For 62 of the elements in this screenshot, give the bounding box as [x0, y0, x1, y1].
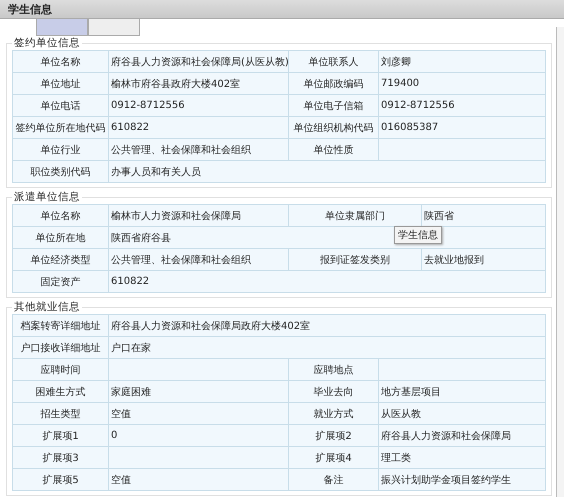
field-value: 榆林市人力资源和社会保障局 — [108, 204, 288, 226]
field-value: 去就业地报到 — [422, 248, 546, 270]
field-value: 府谷县人力资源和社会保障局政府大楼402室 — [108, 314, 546, 336]
field-value: 榆林市府谷县政府大楼402室 — [108, 72, 288, 94]
field-label: 单位行业 — [12, 138, 108, 160]
field-value: 0912-8712556 — [108, 94, 288, 116]
tooltip: 学生信息 — [394, 226, 442, 244]
field-value: 振兴计划助学金项目签约学生 — [378, 468, 546, 490]
field-label: 扩展项1 — [12, 424, 108, 446]
field-label: 固定资产 — [12, 270, 108, 292]
field-value: 从医从教 — [378, 402, 546, 424]
header-title: 学生信息 — [8, 2, 52, 16]
field-label: 户口接收详细地址 — [12, 336, 108, 358]
field-label: 签约单位所在地代码 — [12, 116, 108, 138]
tab[interactable] — [88, 19, 140, 36]
field-label: 单位联系人 — [288, 50, 378, 72]
field-label: 单位地址 — [12, 72, 108, 94]
field-label: 应聘时间 — [12, 358, 108, 380]
field-value: 空值 — [108, 402, 288, 424]
field-value: 016085387 — [378, 116, 546, 138]
field-value: 户口在家 — [108, 336, 546, 358]
field-value: 719400 — [378, 72, 546, 94]
field-label: 招生类型 — [12, 402, 108, 424]
field-label: 单位电话 — [12, 94, 108, 116]
field-label: 单位性质 — [288, 138, 378, 160]
field-label: 扩展项5 — [12, 468, 108, 490]
field-value: 0 — [108, 424, 288, 446]
field-label: 单位邮政编码 — [288, 72, 378, 94]
field-value: 610822 — [108, 270, 546, 292]
field-label: 单位电子信箱 — [288, 94, 378, 116]
field-label: 扩展项4 — [288, 446, 378, 468]
section-legend: 签约单位信息 — [12, 36, 82, 50]
field-label: 备注 — [288, 468, 378, 490]
field-label: 就业方式 — [288, 402, 378, 424]
field-label: 单位名称 — [12, 50, 108, 72]
field-value: 公共管理、社会保障和社会组织 — [108, 248, 288, 270]
field-value: 刘彦卿 — [378, 50, 546, 72]
field-label: 档案转寄详细地址 — [12, 314, 108, 336]
field-label: 困难生方式 — [12, 380, 108, 402]
field-label: 扩展项2 — [288, 424, 378, 446]
field-value: 公共管理、社会保障和社会组织 — [108, 138, 288, 160]
field-value: 610822 — [108, 116, 288, 138]
field-label: 毕业去向 — [288, 380, 378, 402]
field-label: 单位名称 — [12, 204, 108, 226]
field-value: 办事人员和有关人员 — [108, 160, 546, 182]
section-legend: 派遣单位信息 — [12, 190, 82, 204]
field-label: 单位组织机构代码 — [288, 116, 378, 138]
field-value: 0912-8712556 — [378, 94, 546, 116]
scrollbar-track[interactable] — [556, 27, 564, 497]
field-label: 职位类别代码 — [12, 160, 108, 182]
field-label: 单位所在地 — [12, 226, 108, 248]
field-label: 扩展项3 — [12, 446, 108, 468]
section-legend: 其他就业信息 — [12, 300, 82, 314]
field-value: 地方基层项目 — [378, 380, 546, 402]
tab[interactable] — [36, 19, 88, 36]
field-label: 单位经济类型 — [12, 248, 108, 270]
field-value: 府谷县人力资源和社会保障局 — [378, 424, 546, 446]
field-label: 报到证签发类别 — [288, 248, 422, 270]
field-value: 家庭困难 — [108, 380, 288, 402]
field-value: 空值 — [108, 468, 288, 490]
field-label: 应聘地点 — [288, 358, 378, 380]
field-value: 理工类 — [378, 446, 546, 468]
